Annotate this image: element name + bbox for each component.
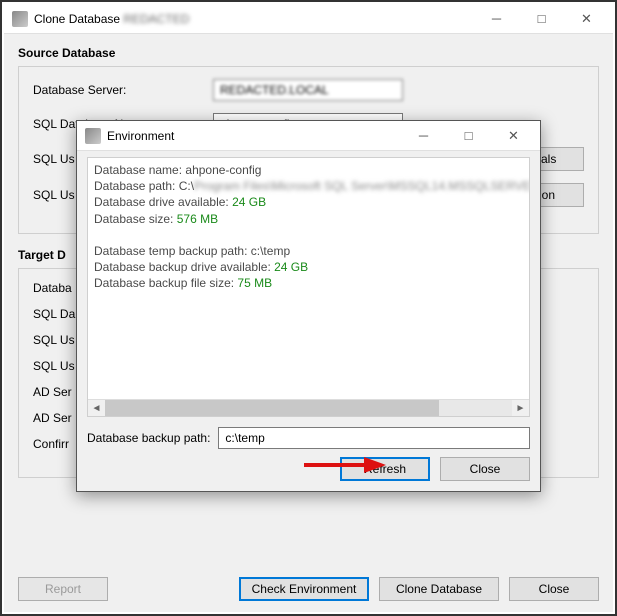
env-drive-available: Database drive available: 24 GB [94,194,523,210]
modal-titlebar: Environment ─ □ ✕ [77,121,540,151]
server-label: Database Server: [33,83,213,97]
close-window-button[interactable]: ✕ [564,5,609,33]
window-title: Clone Database REDACTED [34,12,474,26]
env-backup-size: Database backup file size: 75 MB [94,275,523,291]
env-backup-drive: Database backup drive available: 24 GB [94,259,523,275]
check-environment-button[interactable]: Check Environment [239,577,369,601]
env-temp-path: Database temp backup path: c:\temp [94,243,523,259]
title-suffix: REDACTED [123,12,189,26]
window-controls: ─ □ ✕ [474,5,609,33]
app-icon [12,11,28,27]
report-button: Report [18,577,108,601]
scroll-right-icon[interactable]: ► [512,400,529,417]
backup-path-label: Database backup path: [87,431,210,445]
modal-minimize-button[interactable]: ─ [401,122,446,150]
modal-buttons: Refresh Close [87,457,530,481]
source-heading: Source Database [18,46,599,60]
environment-textarea[interactable]: Database name: ahpone-config Database pa… [87,157,530,417]
scroll-left-icon[interactable]: ◄ [88,400,105,417]
backup-path-row: Database backup path: [87,427,530,449]
maximize-button[interactable]: □ [519,5,564,33]
env-dbname: Database name: ahpone-config [94,162,523,178]
server-input[interactable] [213,79,403,101]
modal-body: Database name: ahpone-config Database pa… [77,151,540,491]
backup-path-input[interactable] [218,427,530,449]
minimize-button[interactable]: ─ [474,5,519,33]
clone-database-button[interactable]: Clone Database [379,577,499,601]
modal-close-button[interactable]: Close [440,457,530,481]
refresh-button[interactable]: Refresh [340,457,430,481]
horizontal-scrollbar[interactable]: ◄ ► [88,399,529,416]
environment-dialog: Environment ─ □ ✕ Database name: ahpone-… [76,120,541,492]
env-db-size: Database size: 576 MB [94,211,523,227]
main-titlebar: Clone Database REDACTED ─ □ ✕ [4,4,613,34]
bottom-bar: Report Check Environment Clone Database … [4,566,613,612]
modal-title: Environment [107,129,401,143]
close-button[interactable]: Close [509,577,599,601]
env-dbpath: Database path: C:\Program Files\Microsof… [94,178,523,194]
modal-maximize-button[interactable]: □ [446,122,491,150]
modal-icon [85,128,101,144]
scrollbar-thumb[interactable] [105,400,439,417]
modal-close-window-button[interactable]: ✕ [491,122,536,150]
